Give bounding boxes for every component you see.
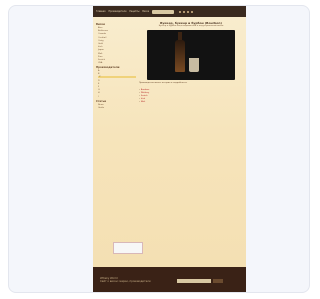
bullet-item: • Irish — [139, 98, 146, 100]
icon-1[interactable] — [179, 10, 182, 13]
sidebar-item[interactable]: H — [98, 92, 136, 94]
sidebar-item[interactable]: E — [98, 83, 136, 85]
sidebar-item[interactable]: Alex — [98, 27, 136, 29]
sidebar-item-active[interactable]: C — [98, 76, 136, 79]
bullet-link[interactable]: Whiskey — [141, 92, 149, 94]
bullet-list: • Bourbon • Whiskey • Scotch • Irish • M… — [139, 89, 243, 103]
sidebar-item[interactable]: A — [98, 70, 136, 72]
footer-brand: Whisky World Сайт о виски: марки, произв… — [100, 277, 151, 283]
sidebar-item[interactable]: G — [98, 89, 136, 91]
ad-banner[interactable] — [113, 242, 143, 254]
bullet-item: • Malt — [139, 101, 146, 103]
main-content: Буккер, буккер и бурбон (Bourbon) Буккер… — [139, 21, 243, 104]
sidebar-item[interactable]: Baltimore — [98, 30, 136, 32]
sidebar-item[interactable]: Scotch — [98, 59, 136, 61]
sidebar-item[interactable]: USA — [98, 62, 136, 64]
search-input[interactable] — [152, 9, 175, 14]
top-navigation: Главная Производители Рецепты Виски — [93, 6, 246, 17]
sidebar-item[interactable]: News — [98, 104, 136, 106]
bullet-item: • Whiskey — [139, 92, 150, 94]
sidebar-item[interactable]: Gold — [98, 43, 136, 45]
icon-3[interactable] — [187, 10, 190, 13]
nav-home[interactable]: Главная — [96, 10, 105, 13]
sidebar-item[interactable]: B — [98, 73, 136, 75]
icon-4[interactable] — [191, 10, 194, 13]
footer-subtitle: Сайт о виски: марки, производители — [100, 280, 151, 283]
hero-image — [147, 30, 235, 80]
bullet-link[interactable]: Malt — [141, 101, 145, 103]
sidebar-item[interactable]: Irish — [98, 46, 136, 48]
sidebar-item[interactable]: F — [98, 86, 136, 88]
sidebar-section-title: Производители — [96, 66, 120, 70]
screenshot-frame: Главная Производители Рецепты Виски Виск… — [8, 5, 310, 293]
bottle — [175, 40, 185, 72]
webpage: Главная Производители Рецепты Виски Виск… — [93, 6, 246, 292]
icon-2[interactable] — [183, 10, 186, 13]
nav-whisky[interactable]: Виски — [142, 10, 149, 13]
sidebar-item[interactable]: Guide — [98, 107, 136, 109]
sidebar-item[interactable]: Malt — [98, 53, 136, 55]
bullet-link[interactable]: Bourbon — [141, 89, 149, 91]
sidebar-item[interactable]: Cocktail — [98, 37, 136, 39]
sidebar-section-title: Виски — [96, 23, 105, 26]
glass — [189, 58, 199, 72]
sidebar-item[interactable]: Canada — [98, 33, 136, 35]
bottle-neck — [178, 32, 182, 40]
image-caption: Производство виски, история и подробност… — [139, 82, 188, 84]
footer-search-button[interactable] — [213, 279, 223, 283]
nav-producers[interactable]: Производители — [108, 10, 126, 13]
sidebar-item[interactable]: D — [98, 80, 136, 82]
article-subtitle: Буккер и бурбон-лицензированный и индуст… — [158, 25, 224, 27]
bullet-item: • Bourbon — [139, 89, 150, 91]
sidebar-section-title: Статьи — [96, 99, 107, 103]
sidebar-item[interactable]: Pure — [98, 56, 136, 58]
bullet-link[interactable]: Irish — [141, 98, 145, 100]
bullet-link[interactable]: Scotch — [141, 95, 148, 97]
sidebar-item[interactable]: I — [98, 96, 136, 98]
sidebar: Виски Alex Baltimore Canada Cocktail Cra… — [96, 21, 136, 110]
sidebar-item[interactable]: Japan — [98, 49, 136, 51]
nav-icons — [179, 10, 194, 13]
nav-recipes[interactable]: Рецепты — [129, 10, 139, 13]
bullet-item: • Scotch — [139, 95, 148, 97]
footer-search-input[interactable] — [177, 279, 211, 283]
sidebar-item[interactable]: Craig — [98, 40, 136, 42]
footer: Whisky World Сайт о виски: марки, произв… — [93, 267, 246, 292]
